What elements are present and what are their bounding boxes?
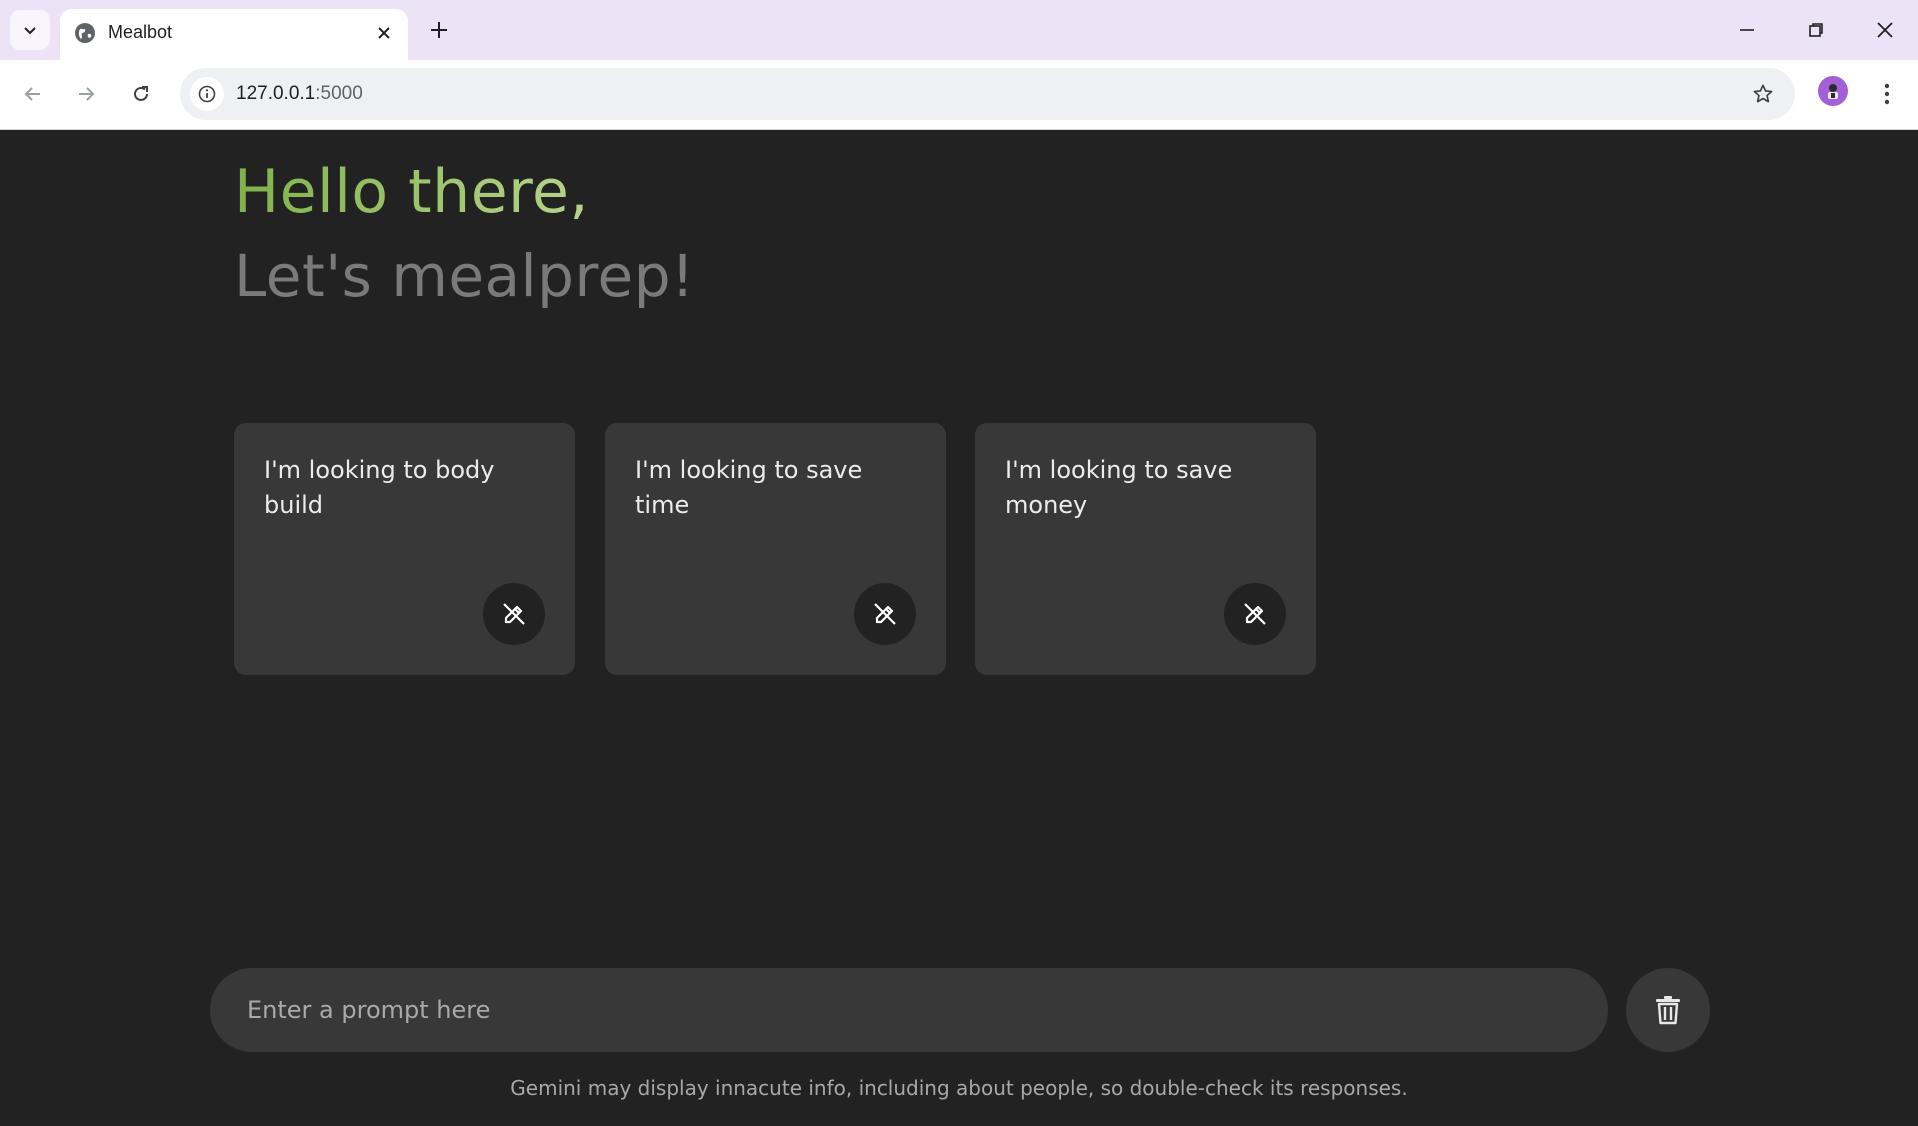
suggestion-card-icon-button[interactable] bbox=[483, 583, 545, 645]
browser-toolbar: 127.0.0.1:5000 bbox=[0, 60, 1918, 130]
address-bar[interactable]: 127.0.0.1:5000 bbox=[180, 68, 1795, 120]
greeting-title: Hello there, bbox=[234, 157, 589, 227]
site-info-button[interactable] bbox=[190, 77, 224, 111]
trash-icon bbox=[1656, 996, 1680, 1025]
minimize-button[interactable] bbox=[1724, 8, 1770, 52]
url-host: 127.0.0.1 bbox=[236, 83, 316, 104]
forward-button[interactable] bbox=[66, 74, 106, 114]
bookmark-button[interactable] bbox=[1749, 80, 1777, 108]
arrow-right-icon bbox=[79, 87, 95, 101]
suggestion-card-icon-button[interactable] bbox=[1224, 583, 1286, 645]
suggestion-card-save-money[interactable]: I'm looking to save money bbox=[975, 423, 1316, 675]
more-vert-icon bbox=[1884, 83, 1890, 105]
star-icon bbox=[1753, 84, 1773, 103]
plus-icon bbox=[431, 22, 447, 38]
restore-icon bbox=[1809, 23, 1823, 37]
profile-icon bbox=[1828, 84, 1838, 99]
arrow-left-icon bbox=[24, 87, 40, 101]
suggestion-card-text: I'm looking to body build bbox=[264, 456, 495, 519]
disclaimer-text: Gemini may display innacute info, includ… bbox=[510, 1076, 1408, 1100]
tab-title: Mealbot bbox=[108, 22, 173, 42]
reload-icon bbox=[134, 86, 148, 101]
prompt-input[interactable] bbox=[245, 968, 1575, 1052]
suggestion-card-text: I'm looking to save time bbox=[635, 456, 863, 519]
edit-icon bbox=[503, 603, 525, 625]
chevron-down-icon bbox=[24, 27, 36, 35]
info-icon bbox=[198, 85, 216, 103]
suggestion-card-text: I'm looking to save money bbox=[1005, 456, 1233, 519]
reload-button[interactable] bbox=[121, 74, 161, 114]
prompt-bar bbox=[210, 968, 1608, 1052]
greeting-subtitle: Let's mealprep! bbox=[234, 242, 695, 310]
edit-icon bbox=[874, 603, 896, 625]
tab-search-button[interactable] bbox=[10, 10, 50, 50]
back-button[interactable] bbox=[13, 74, 53, 114]
close-icon bbox=[378, 27, 390, 39]
page-content: Hello there, Let's mealprep! I'm looking… bbox=[0, 131, 1918, 1126]
tab-mealbot[interactable]: Mealbot bbox=[60, 9, 408, 60]
url-text: 127.0.0.1:5000 bbox=[236, 83, 363, 105]
profile-avatar[interactable] bbox=[1818, 76, 1848, 106]
clear-chat-button[interactable] bbox=[1626, 968, 1710, 1052]
suggestion-card-icon-button[interactable] bbox=[854, 583, 916, 645]
window-close-button[interactable] bbox=[1862, 8, 1908, 52]
minimize-icon bbox=[1740, 29, 1754, 31]
edit-icon bbox=[1244, 603, 1266, 625]
suggestion-card-save-time[interactable]: I'm looking to save time bbox=[605, 423, 946, 675]
browser-menu-button[interactable] bbox=[1870, 74, 1904, 114]
globe-icon bbox=[75, 23, 95, 43]
url-port: :5000 bbox=[315, 83, 363, 104]
close-icon bbox=[1877, 22, 1893, 38]
restore-button[interactable] bbox=[1793, 8, 1839, 52]
new-tab-button[interactable] bbox=[423, 14, 455, 46]
tab-close-button[interactable] bbox=[370, 19, 398, 47]
browser-tab-strip: Mealbot bbox=[0, 0, 1918, 60]
suggestion-card-body-build[interactable]: I'm looking to body build bbox=[234, 423, 575, 675]
